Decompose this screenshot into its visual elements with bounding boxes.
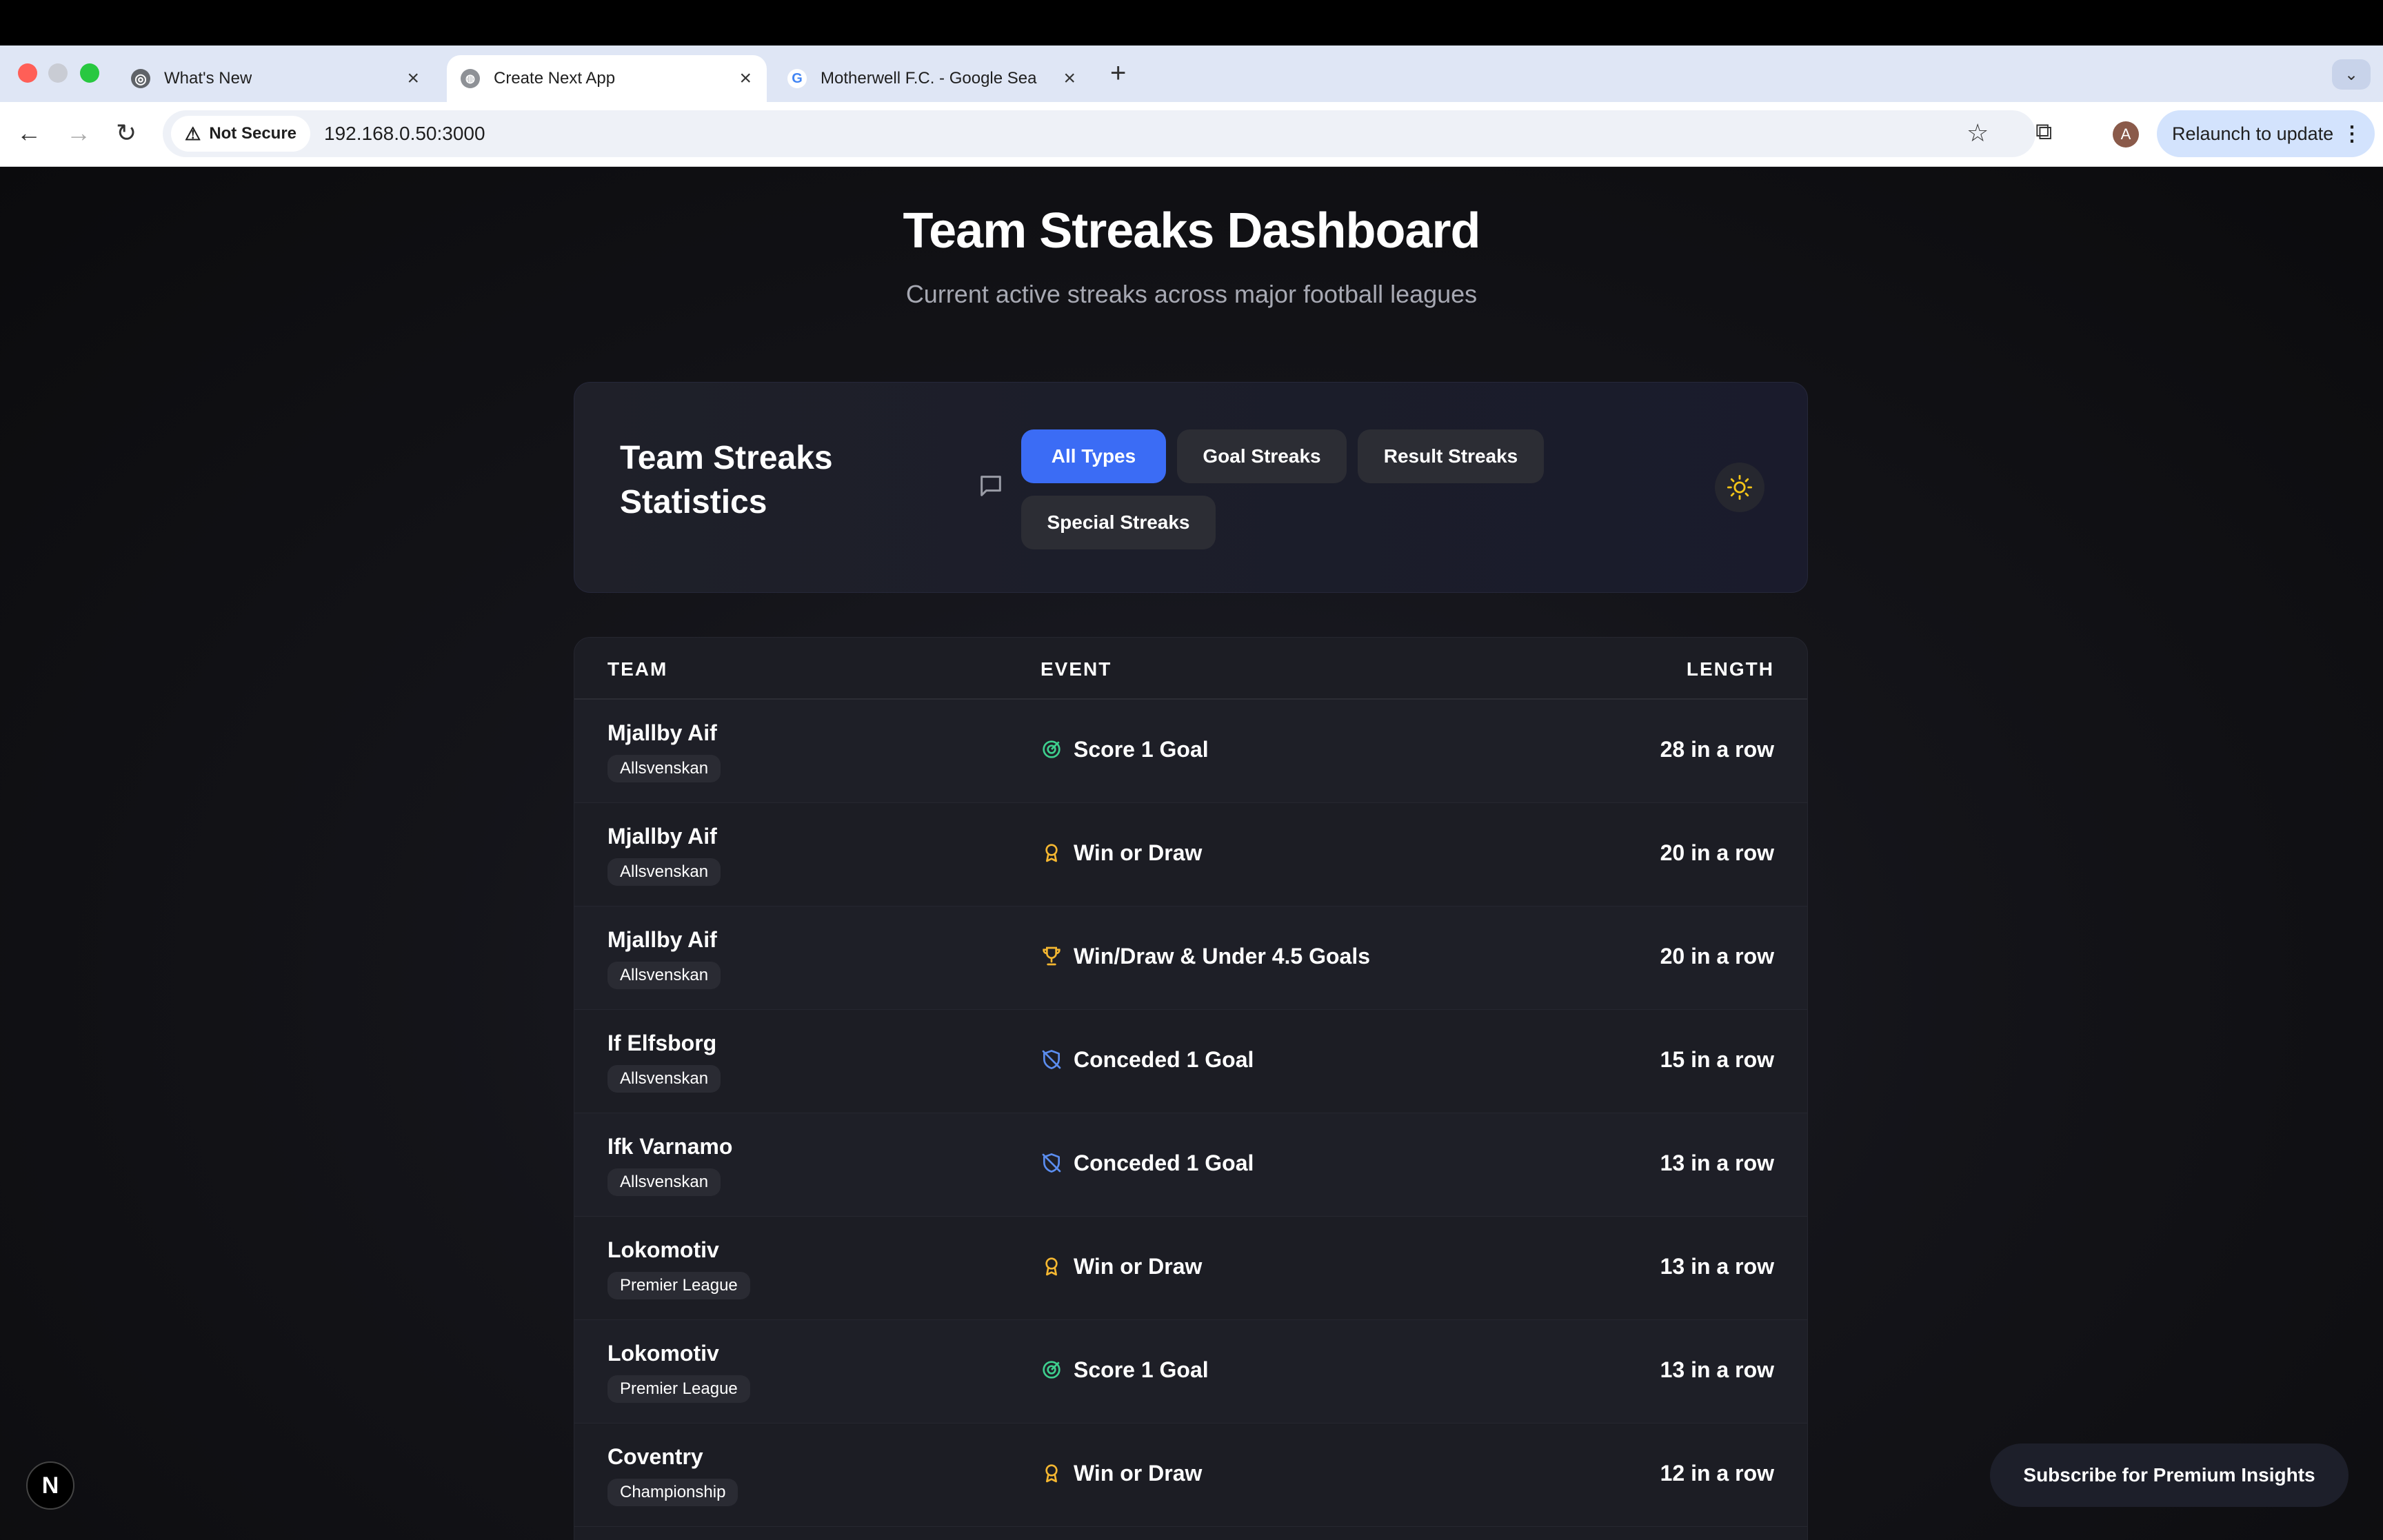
table-row[interactable]: Mjallby Aif Allsvenskan Win/Draw & Under… [574,906,1807,1010]
league-badge: Allsvenskan [607,1168,721,1196]
medal-icon [1045,1464,1058,1483]
stats-card-title: Team Streaks Statistics [620,440,833,520]
close-icon[interactable]: × [1063,67,1076,90]
header-length: LENGTH [1686,658,1774,680]
minimize-window-button[interactable] [48,63,68,83]
forward-icon[interactable]: → [66,119,91,148]
streak-length: 20 in a row [1660,944,1774,969]
tab-motherwell-search[interactable]: G Motherwell F.C. - Google Sea × [774,55,1091,102]
team-name: Lokomotiv [607,1237,719,1262]
maximize-window-button[interactable] [80,63,99,83]
team-name: If Elfsborg [607,1031,717,1055]
tab-create-next-app[interactable]: ◍ Create Next App × [447,55,767,102]
filter-special-streaks[interactable]: Special Streaks [1021,496,1216,549]
streaks-table: TEAM EVENT LENGTH Mjallby Aif Allsvenska… [574,637,1808,1540]
close-window-button[interactable] [18,63,37,83]
league-badge: Premier League [607,1375,750,1403]
theme-toggle-button[interactable] [1715,463,1764,512]
league-badge: Championship [607,1479,738,1506]
streak-length: 13 in a row [1660,1151,1774,1175]
page-subtitle: Current active streaks across major foot… [905,280,1478,308]
sun-icon [1727,474,1753,500]
table-row[interactable]: Ifk Varnamo Allsvenskan Conceded 1 Goal … [574,1113,1807,1217]
streak-length: 13 in a row [1660,1254,1774,1279]
league-badge: Premier League [607,1272,750,1299]
shield-off-icon [1042,1050,1061,1069]
team-name: Coventry [607,1444,703,1469]
shield-off-icon [1042,1153,1061,1173]
more-menu-icon[interactable]: ⋮ [2342,122,2362,146]
league-badge: Allsvenskan [607,755,721,782]
security-label: Not Secure [209,124,297,143]
event-label: Win or Draw [1074,840,1203,865]
team-name: Lokomotiv [607,1341,719,1366]
security-chip[interactable]: ⚠ Not Secure [171,116,311,152]
relaunch-label: Relaunch to update [2172,123,2334,144]
target-icon [1043,1361,1060,1379]
trophy-icon [1043,946,1060,966]
screen-top-bar [0,0,2383,45]
header-team: TEAM [607,658,668,680]
team-name: Ifk Varnamo [607,1134,733,1159]
league-badge: Allsvenskan [607,962,721,989]
table-row[interactable]: Mjallby Aif Allsvenskan Score 1 Goal 28 … [574,700,1807,803]
relaunch-button[interactable]: Relaunch to update ⋮ [2157,110,2375,157]
team-name: Mjallby Aif [607,720,717,745]
streak-length: 20 in a row [1660,840,1774,865]
team-name: Mjallby Aif [607,824,717,849]
table-row[interactable]: If Elfsborg Allsvenskan Conceded 1 Goal … [574,1010,1807,1113]
address-bar[interactable]: ⚠ Not Secure 192.168.0.50:3000 [163,110,2035,157]
header-event: EVENT [1040,658,1112,680]
chrome-icon: ◎ [131,69,150,88]
url-text[interactable]: 192.168.0.50:3000 [324,123,485,145]
event-label: Conceded 1 Goal [1074,1151,1254,1175]
profile-avatar[interactable]: A [2113,121,2139,148]
target-icon [1043,740,1060,758]
tab-label: What's New [164,69,252,88]
page-content: Team Streaks Dashboard Current active st… [0,167,2383,1540]
streak-length: 13 in a row [1660,1357,1774,1382]
table-header: TEAM EVENT LENGTH [574,638,1807,700]
team-name: Mjallby Aif [607,927,717,952]
event-label: Win or Draw [1074,1254,1203,1279]
event-label: Conceded 1 Goal [1074,1047,1254,1072]
nextjs-dev-badge[interactable]: N [26,1461,74,1510]
back-icon[interactable]: ← [17,119,41,148]
league-badge: Allsvenskan [607,1065,721,1093]
medal-icon [1045,1257,1058,1276]
tab-label: Motherwell F.C. - Google Sea [821,69,1037,88]
medal-icon [1045,844,1058,862]
bookmark-star-icon[interactable]: ☆ [1967,119,1989,148]
close-icon[interactable]: × [739,67,752,90]
table-row[interactable]: Coventry Championship Win or Draw 12 in … [574,1424,1807,1527]
streak-length: 12 in a row [1660,1461,1774,1486]
page-title: Team Streaks Dashboard [903,203,1480,259]
close-icon[interactable]: × [407,67,419,90]
tab-search-button[interactable]: ⌄ [2332,59,2371,90]
event-label: Score 1 Goal [1074,1357,1209,1382]
streak-length: 28 in a row [1660,737,1774,762]
event-label: Win/Draw & Under 4.5 Goals [1074,944,1371,969]
event-label: Score 1 Goal [1074,737,1209,762]
extensions-icon[interactable]: ⧉ [2035,119,2052,145]
streak-length: 15 in a row [1660,1047,1774,1072]
subscribe-button[interactable]: Subscribe for Premium Insights [1990,1443,2349,1507]
warning-icon: ⚠ [185,123,201,144]
table-row[interactable]: Mjallby Aif Allsvenskan Win or Draw 20 i… [574,803,1807,906]
filter-all-types[interactable]: All Types [1021,429,1166,483]
league-badge: Allsvenskan [607,858,721,886]
google-icon: G [787,69,807,88]
chat-icon[interactable] [977,472,1005,500]
globe-icon: ◍ [461,69,480,88]
tab-whats-new[interactable]: ◎ What's New × [117,55,434,102]
filter-goal-streaks[interactable]: Goal Streaks [1177,429,1347,483]
event-label: Win or Draw [1074,1461,1203,1486]
reload-icon[interactable]: ↻ [116,119,137,148]
new-tab-button[interactable]: + [1110,58,1126,89]
stats-card: Team Streaks Statistics All Types Goal S… [574,382,1808,593]
table-row[interactable]: Lokomotiv Premier League Score 1 Goal 13… [574,1320,1807,1424]
table-row[interactable]: Lokomotiv Premier League Win or Draw 13 … [574,1217,1807,1320]
filter-result-streaks[interactable]: Result Streaks [1358,429,1544,483]
tab-label: Create Next App [494,69,616,88]
